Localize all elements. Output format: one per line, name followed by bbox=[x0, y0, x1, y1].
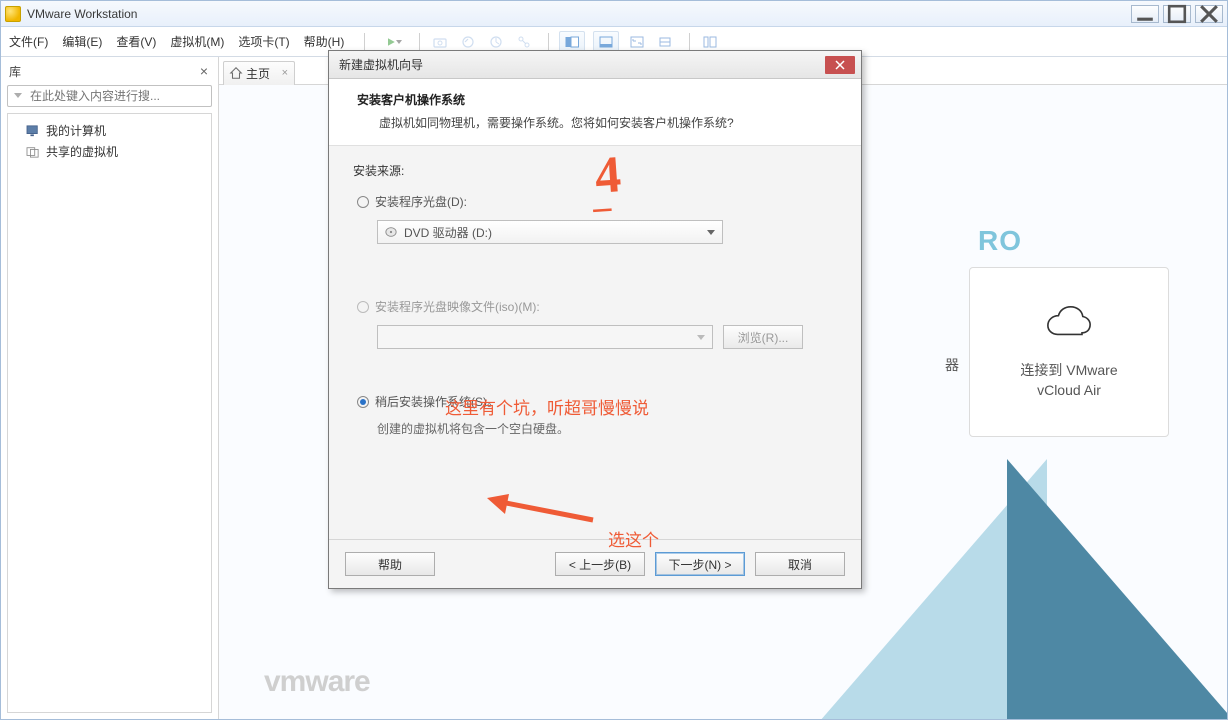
chevron-down-icon bbox=[706, 227, 716, 237]
home-icon bbox=[229, 66, 243, 80]
server-label-fragment: 器 bbox=[945, 355, 959, 375]
back-button[interactable]: < 上一步(B) bbox=[555, 552, 645, 576]
install-later-note: 创建的虚拟机将包含一个空白硬盘。 bbox=[377, 420, 837, 437]
menu-file[interactable]: 文件(F) bbox=[9, 33, 48, 50]
dialog-title-bar[interactable]: 新建虚拟机向导 bbox=[329, 51, 861, 79]
help-button[interactable]: 帮助 bbox=[345, 552, 435, 576]
app-icon bbox=[5, 6, 21, 22]
share-icon bbox=[26, 146, 40, 158]
library-tree: 我的计算机 共享的虚拟机 bbox=[7, 113, 212, 713]
view-stretch-icon[interactable] bbox=[655, 32, 675, 52]
maximize-button[interactable] bbox=[1163, 5, 1191, 23]
tree-item-my-computer[interactable]: 我的计算机 bbox=[12, 120, 207, 141]
snapshot-take-icon[interactable] bbox=[430, 32, 450, 52]
search-input[interactable] bbox=[7, 85, 212, 107]
snapshot-revert-icon[interactable] bbox=[458, 32, 478, 52]
sidebar-title: 库 bbox=[9, 63, 21, 80]
radio-install-later[interactable]: 稍后安装操作系统(S)。 bbox=[357, 393, 837, 410]
tree-item-label: 共享的虚拟机 bbox=[46, 143, 118, 160]
menu-help[interactable]: 帮助(H) bbox=[304, 33, 345, 50]
disc-drive-value: DVD 驱动器 (D:) bbox=[404, 224, 492, 241]
chevron-down-icon[interactable] bbox=[13, 90, 23, 100]
radio-icon bbox=[357, 196, 369, 208]
iso-path-select[interactable] bbox=[377, 325, 713, 349]
new-vm-wizard-dialog: 新建虚拟机向导 安装客户机操作系统 虚拟机如同物理机，需要操作系统。您将如何安装… bbox=[328, 50, 862, 589]
tab-close-icon[interactable]: × bbox=[282, 67, 288, 79]
vmware-logo: vmware bbox=[264, 665, 370, 699]
snapshot-manage-icon[interactable] bbox=[486, 32, 506, 52]
disc-drive-select[interactable]: DVD 驱动器 (D:) bbox=[377, 220, 723, 244]
next-button[interactable]: 下一步(N) > bbox=[655, 552, 745, 576]
dialog-header-title: 安装客户机操作系统 bbox=[357, 91, 833, 108]
app-title: VMware Workstation bbox=[27, 7, 1127, 21]
radio-label: 安装程序光盘映像文件(iso)(M): bbox=[375, 298, 540, 315]
dialog-header: 安装客户机操作系统 虚拟机如同物理机，需要操作系统。您将如何安装客户机操作系统? bbox=[329, 79, 861, 146]
tree-item-shared-vms[interactable]: 共享的虚拟机 bbox=[12, 141, 207, 162]
sidebar-close-icon[interactable]: × bbox=[196, 63, 212, 79]
snapshot-branch-icon[interactable] bbox=[514, 32, 534, 52]
menu-edit[interactable]: 编辑(E) bbox=[62, 33, 102, 50]
tab-label: 主页 bbox=[246, 65, 270, 82]
chevron-down-icon bbox=[696, 332, 706, 342]
radio-icon bbox=[357, 396, 369, 408]
menu-vm[interactable]: 虚拟机(M) bbox=[170, 33, 224, 50]
dialog-header-sub: 虚拟机如同物理机，需要操作系统。您将如何安装客户机操作系统? bbox=[357, 114, 833, 131]
dialog-footer: 帮助 < 上一步(B) 下一步(N) > 取消 bbox=[329, 539, 861, 588]
pro-label-fragment: RO bbox=[978, 225, 1022, 257]
title-bar: VMware Workstation bbox=[1, 1, 1227, 27]
menu-tabs[interactable]: 选项卡(T) bbox=[238, 33, 289, 50]
radio-label: 安装程序光盘(D): bbox=[375, 193, 467, 210]
tile-connect-vcloud[interactable]: 连接到 VMware vCloud Air bbox=[969, 267, 1169, 437]
cancel-button[interactable]: 取消 bbox=[755, 552, 845, 576]
dialog-title: 新建虚拟机向导 bbox=[339, 56, 423, 73]
cloud-icon bbox=[1043, 304, 1095, 347]
minimize-button[interactable] bbox=[1131, 5, 1159, 23]
sidebar: 库 × 我的计算机 共享的虚拟机 bbox=[1, 57, 219, 719]
browse-button[interactable]: 浏览(R)... bbox=[723, 325, 803, 349]
dialog-close-button[interactable] bbox=[825, 56, 855, 74]
tile-label: 连接到 VMware vCloud Air bbox=[1020, 361, 1117, 400]
radio-installer-disc[interactable]: 安装程序光盘(D): bbox=[357, 193, 837, 210]
library-icon[interactable] bbox=[700, 32, 720, 52]
tree-item-label: 我的计算机 bbox=[46, 122, 106, 139]
play-icon[interactable] bbox=[385, 32, 405, 52]
radio-label: 稍后安装操作系统(S)。 bbox=[375, 393, 499, 410]
menu-view[interactable]: 查看(V) bbox=[116, 33, 156, 50]
install-source-label: 安装来源: bbox=[353, 162, 837, 179]
dialog-body: 安装来源: 安装程序光盘(D): DVD 驱动器 (D:) 安装程序光盘映像文件… bbox=[329, 146, 861, 539]
close-button[interactable] bbox=[1195, 5, 1223, 23]
view-fullscreen-icon[interactable] bbox=[627, 32, 647, 52]
monitor-icon bbox=[26, 125, 40, 137]
disc-icon bbox=[384, 226, 398, 238]
radio-icon bbox=[357, 301, 369, 313]
radio-iso-file[interactable]: 安装程序光盘映像文件(iso)(M): bbox=[357, 298, 837, 315]
tab-home[interactable]: 主页 × bbox=[223, 61, 295, 85]
